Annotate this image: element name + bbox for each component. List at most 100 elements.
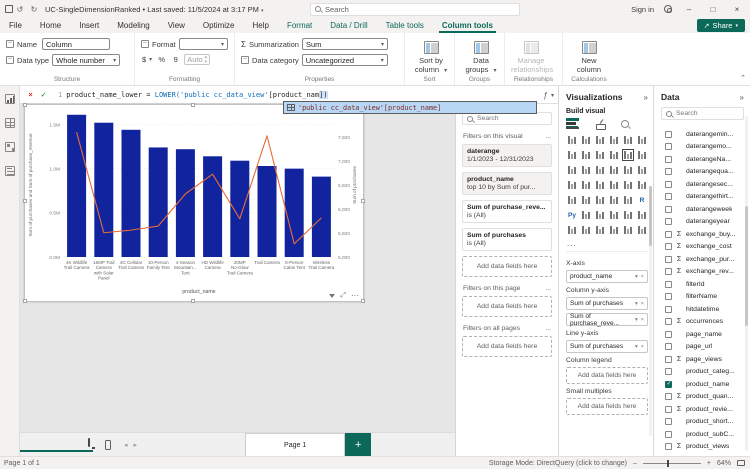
filter-card[interactable]: daterange1/1/2023 - 12/31/2023 bbox=[462, 144, 552, 167]
percent-button[interactable]: % bbox=[156, 54, 167, 65]
visual-more-options-icon[interactable]: ⋯ bbox=[351, 291, 360, 300]
field-checkbox[interactable] bbox=[665, 218, 672, 225]
add-data-fields-dropzone[interactable]: Add data fields here bbox=[462, 296, 552, 317]
treemap-icon[interactable] bbox=[636, 164, 648, 176]
data-field-row[interactable]: hitdatetime bbox=[661, 303, 744, 316]
custom-visual-icon[interactable] bbox=[622, 224, 634, 236]
data-field-row[interactable]: Σexchange_buy... bbox=[661, 228, 744, 241]
add-data-fields-dropzone[interactable]: Add data fields here bbox=[462, 336, 552, 357]
key-influencers-icon[interactable] bbox=[580, 209, 592, 221]
data-field-row[interactable]: Σproduct_quan... bbox=[661, 391, 744, 404]
global-search-input[interactable]: Search bbox=[310, 3, 520, 16]
data-field-row[interactable]: daterangethirt... bbox=[661, 191, 744, 204]
data-search-input[interactable] bbox=[676, 110, 736, 117]
field-checkbox[interactable] bbox=[665, 256, 672, 263]
data-field-row[interactable]: daterangeyear bbox=[661, 216, 744, 229]
table-view-icon[interactable] bbox=[5, 118, 15, 128]
close-button[interactable]: × bbox=[730, 5, 744, 14]
field-checkbox[interactable] bbox=[665, 281, 672, 288]
ribbon-chart-icon[interactable] bbox=[636, 149, 648, 161]
qna-icon[interactable] bbox=[608, 209, 620, 221]
add-data-fields-dropzone[interactable]: Add data fields here bbox=[566, 398, 648, 415]
data-field-row[interactable]: filterId bbox=[661, 278, 744, 291]
minimize-button[interactable]: – bbox=[682, 5, 696, 14]
combo-chart-visual[interactable]: 0.0M0.5M1.0M1.5M5,0005,5006,0006,5007,00… bbox=[25, 105, 363, 301]
zoom-out-icon[interactable]: – bbox=[633, 460, 637, 467]
currency-button[interactable]: $▾ bbox=[141, 54, 153, 65]
resize-handle[interactable] bbox=[23, 199, 27, 203]
field-checkbox[interactable] bbox=[665, 293, 672, 300]
zoom-in-icon[interactable]: + bbox=[707, 460, 711, 467]
field-checkbox[interactable] bbox=[665, 431, 672, 438]
filter-section-more-icon[interactable]: ... bbox=[545, 133, 551, 140]
gauge-icon[interactable] bbox=[622, 179, 634, 191]
field-dropdown-icon[interactable]: ▾ bbox=[635, 301, 638, 307]
format-dropdown[interactable]: ▾ bbox=[179, 38, 228, 50]
remove-field-icon[interactable]: × bbox=[641, 274, 644, 280]
data-pane-scrollbar[interactable] bbox=[745, 206, 748, 326]
formula-expand-icon[interactable]: ▾ bbox=[551, 92, 554, 99]
zoom-slider[interactable] bbox=[643, 463, 701, 464]
redo-icon[interactable]: ↻ bbox=[27, 5, 41, 14]
field-checkbox[interactable] bbox=[665, 243, 672, 250]
data-type-dropdown[interactable]: Whole number▾ bbox=[52, 54, 120, 66]
python-visual-icon[interactable]: Py bbox=[566, 209, 578, 221]
visualizations-scrollbar[interactable] bbox=[649, 186, 652, 246]
data-field-row[interactable]: product_categ... bbox=[661, 366, 744, 379]
model-view-icon[interactable] bbox=[5, 142, 15, 152]
data-search[interactable] bbox=[661, 107, 744, 120]
field-checkbox[interactable] bbox=[665, 156, 672, 163]
kpi-icon[interactable] bbox=[580, 194, 592, 206]
zoom-slider-thumb[interactable] bbox=[667, 460, 669, 467]
field-checkbox[interactable] bbox=[665, 406, 672, 413]
clustered-bar-chart-icon[interactable] bbox=[594, 134, 606, 146]
formula-text[interactable]: product_name_lower = LOWER('public cc_da… bbox=[66, 91, 327, 99]
data-field-row[interactable]: product_subC... bbox=[661, 428, 744, 441]
filled-map-icon[interactable] bbox=[580, 179, 592, 191]
filter-section-more-icon[interactable]: ... bbox=[545, 325, 551, 332]
tab-help[interactable]: Help bbox=[243, 18, 277, 33]
collapse-visualizations-icon[interactable]: » bbox=[644, 93, 648, 102]
slicer-icon[interactable] bbox=[594, 194, 606, 206]
resize-handle[interactable] bbox=[191, 103, 195, 107]
data-field-row[interactable]: page_url bbox=[661, 341, 744, 354]
add-data-fields-dropzone[interactable]: Add data fields here bbox=[462, 256, 552, 277]
collapse-ribbon-icon[interactable]: ⌃ bbox=[740, 74, 746, 82]
field-checkbox[interactable] bbox=[665, 268, 672, 275]
filter-card[interactable]: product_nametop 10 by Sum of pur... bbox=[462, 172, 552, 195]
data-category-dropdown[interactable]: Uncategorized▾ bbox=[302, 54, 388, 66]
multi-row-card-icon[interactable] bbox=[566, 194, 578, 206]
formula-cancel-icon[interactable]: × bbox=[24, 90, 37, 99]
arcgis-map-icon[interactable] bbox=[580, 224, 592, 236]
shape-map-icon[interactable] bbox=[594, 179, 606, 191]
decimal-places-spinner[interactable]: Auto▴▾ bbox=[184, 54, 210, 65]
field-dropdown-icon[interactable]: ▾ bbox=[635, 317, 638, 323]
page-tab[interactable]: Page 1 bbox=[245, 433, 345, 457]
stacked-bar-chart-icon[interactable] bbox=[566, 134, 578, 146]
100-stacked-bar-chart-icon[interactable] bbox=[622, 134, 634, 146]
filters-search-input[interactable] bbox=[477, 115, 537, 122]
filter-card[interactable]: Sum of purchase_reve...is (All) bbox=[462, 200, 552, 223]
thousands-separator-button[interactable]: 9 bbox=[170, 54, 181, 65]
data-groups-button[interactable]: Data groups ▾ bbox=[461, 38, 501, 74]
power-automate-icon[interactable] bbox=[608, 224, 620, 236]
field-checkbox[interactable] bbox=[665, 181, 672, 188]
field-pill[interactable]: Sum of purchases▾× bbox=[566, 297, 648, 310]
data-field-row[interactable]: Σoccurrences bbox=[661, 316, 744, 329]
mobile-layout-icon[interactable] bbox=[105, 440, 111, 450]
formula-options-icon[interactable]: ƒ bbox=[544, 91, 548, 100]
new-column-button[interactable]: New column bbox=[569, 38, 609, 74]
remove-field-icon[interactable]: × bbox=[641, 344, 644, 350]
remove-field-icon[interactable]: × bbox=[641, 301, 644, 307]
azure-map-icon[interactable] bbox=[608, 179, 620, 191]
field-checkbox[interactable] bbox=[665, 443, 672, 450]
add-data-fields-dropzone[interactable]: Add data fields here bbox=[566, 367, 648, 384]
report-page[interactable]: 0.0M0.5M1.0M1.5M5,0005,5006,0006,5007,00… bbox=[24, 104, 364, 302]
remove-field-icon[interactable]: × bbox=[641, 317, 644, 323]
autocomplete-suggestion[interactable]: 'public cc_data_view'[product_name] bbox=[298, 104, 441, 112]
formula-commit-icon[interactable]: ✓ bbox=[37, 90, 50, 99]
build-visual-tab-icon[interactable] bbox=[566, 118, 579, 129]
data-field-row[interactable]: Σproduct_revie... bbox=[661, 403, 744, 416]
data-field-row[interactable]: filterName bbox=[661, 291, 744, 304]
data-field-row[interactable]: daterangequa... bbox=[661, 166, 744, 179]
